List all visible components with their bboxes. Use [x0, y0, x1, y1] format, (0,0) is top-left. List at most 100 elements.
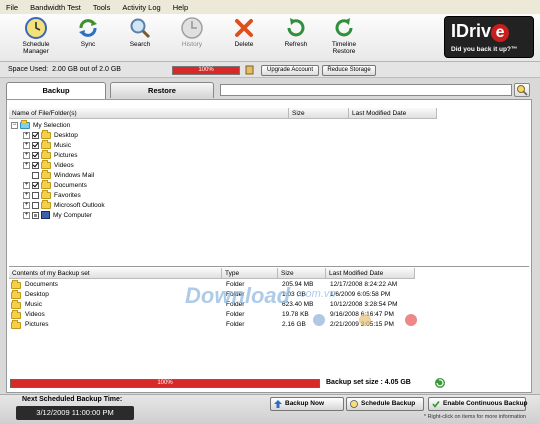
tree-root[interactable]: − My Selection	[11, 119, 311, 130]
refresh-small-icon[interactable]	[434, 377, 446, 389]
col-modified[interactable]: Last Modified Date	[349, 108, 437, 119]
expand-toggle[interactable]: +	[23, 191, 30, 199]
folder-icon	[41, 129, 51, 139]
expand-toggle[interactable]: +	[23, 131, 30, 139]
folder-icon	[11, 290, 21, 299]
tree-item[interactable]: Windows Mail	[11, 169, 311, 180]
space-used-value: 2.00 GB out of 2.0 GB	[52, 66, 121, 73]
tree-item[interactable]: + Microsoft Outlook	[11, 199, 311, 210]
tab-restore[interactable]: Restore	[110, 82, 214, 98]
folder-icon	[41, 179, 51, 189]
tree-checkbox[interactable]	[32, 161, 39, 169]
reduce-storage-button[interactable]: Reduce Storage	[322, 65, 376, 76]
tree-item-label: Favorites	[54, 191, 81, 199]
tree-item[interactable]: + Favorites	[11, 189, 311, 200]
tree-item-label: Documents	[54, 181, 87, 189]
history-icon	[181, 17, 203, 39]
backup-now-label: Backup Now	[285, 400, 325, 407]
watermark-text: Download	[185, 283, 291, 308]
col-name[interactable]: Name of File/Folder(s)	[9, 108, 289, 119]
splitter[interactable]	[9, 266, 529, 267]
schedule-manager-button[interactable]: Schedule Manager	[12, 16, 60, 60]
backup-panel: Name of File/Folder(s) Size Last Modifie…	[6, 99, 532, 393]
toolbar: Schedule Manager Sync Search History Del…	[0, 14, 540, 62]
menu-activity-log[interactable]: Activity Log	[122, 3, 160, 12]
col-contents[interactable]: Contents of my Backup set	[9, 268, 222, 279]
delete-button[interactable]: Delete	[220, 16, 268, 60]
tree-items: + Desktop + Music + Pictures + Videos Windows Ma…	[11, 129, 311, 220]
history-button[interactable]: History	[168, 16, 216, 60]
menu-bandwidth-test[interactable]: Bandwidth Test	[30, 3, 81, 12]
magnifier-icon	[517, 85, 528, 96]
col-type[interactable]: Type	[222, 268, 278, 279]
search-label: Search	[129, 41, 151, 48]
backup-now-button[interactable]: Backup Now	[270, 397, 344, 411]
tree-checkbox[interactable]	[32, 151, 39, 159]
tab-backup[interactable]: Backup	[6, 82, 106, 100]
search-go-button[interactable]	[514, 83, 530, 97]
schedule-backup-button[interactable]: Schedule Backup	[346, 397, 424, 411]
backupset-row[interactable]: Videos Folder 19.78 KB 9/16/2008 6:16:47 PM	[11, 310, 531, 320]
cell-name: Videos	[25, 311, 45, 318]
expand-toggle[interactable]: +	[23, 151, 30, 159]
menu-help[interactable]: Help	[173, 3, 188, 12]
tree-item[interactable]: + My Computer	[11, 210, 311, 220]
expand-toggle[interactable]: +	[23, 201, 30, 209]
tree-checkbox[interactable]	[32, 181, 39, 189]
selection-tree: − My Selection + Desktop + Music + Pictures + V…	[11, 119, 311, 220]
sync-button[interactable]: Sync	[64, 16, 112, 60]
folder-icon	[41, 139, 51, 149]
upgrade-account-button[interactable]: Upgrade Account	[261, 65, 319, 76]
timeline-restore-button[interactable]: Timeline Restore	[320, 16, 368, 60]
watermark-dot-yellow	[359, 314, 371, 326]
cell-size: 2.16 GB	[282, 321, 306, 328]
folder-icon	[41, 169, 51, 179]
tree-item[interactable]: + Documents	[11, 179, 311, 190]
tree-checkbox[interactable]	[32, 171, 39, 179]
col-size[interactable]: Size	[278, 268, 326, 279]
expand-toggle	[23, 172, 30, 179]
collapse-toggle[interactable]: −	[11, 121, 18, 129]
refresh-icon	[287, 18, 305, 37]
search-input[interactable]	[220, 84, 512, 96]
cell-name: Documents	[25, 281, 58, 288]
tree-checkbox[interactable]	[32, 201, 39, 209]
history-label: History	[181, 41, 203, 48]
cell-size: 19.78 KB	[282, 311, 309, 318]
enable-continuous-backup-button[interactable]: Enable Continuous Backup	[428, 397, 528, 411]
search-button[interactable]: Search	[116, 16, 164, 60]
cell-type: Folder	[226, 321, 245, 328]
upload-icon	[274, 400, 282, 408]
menu-file[interactable]: File	[6, 3, 18, 12]
tree-checkbox[interactable]	[32, 191, 39, 199]
brand-name: IDriv	[451, 21, 492, 41]
expand-toggle[interactable]: +	[23, 161, 30, 169]
backup-set-size: Backup set size : 4.05 GB	[326, 379, 411, 386]
tree-root-label: My Selection	[33, 121, 71, 129]
cell-name: Music	[25, 301, 42, 308]
expand-toggle[interactable]: +	[23, 181, 30, 189]
tree-checkbox[interactable]	[32, 131, 39, 139]
tree-item[interactable]: + Desktop	[11, 129, 311, 140]
menu-tools[interactable]: Tools	[93, 3, 111, 12]
sync-label: Sync	[80, 41, 96, 48]
cell-name: Desktop	[25, 291, 49, 298]
computer-icon	[41, 211, 50, 219]
col-modified[interactable]: Last Modified Date	[326, 268, 415, 279]
cell-modified: 12/17/2008 8:24:22 AM	[330, 281, 398, 288]
tree-item-label: Pictures	[54, 151, 78, 159]
check-icon	[432, 401, 440, 408]
folder-icon	[41, 159, 51, 169]
storage-icon	[245, 65, 254, 75]
backupset-row[interactable]: Pictures Folder 2.16 GB 2/21/2009 3:05:15 P…	[11, 320, 531, 330]
expand-toggle[interactable]: +	[23, 141, 30, 149]
tree-item[interactable]: + Videos	[11, 159, 311, 170]
tree-checkbox[interactable]	[32, 211, 39, 219]
cell-name: Pictures	[25, 321, 49, 328]
tree-item[interactable]: + Music	[11, 139, 311, 150]
expand-toggle[interactable]: +	[23, 211, 30, 219]
refresh-button[interactable]: Refresh	[272, 16, 320, 60]
tree-checkbox[interactable]	[32, 141, 39, 149]
col-size[interactable]: Size	[289, 108, 349, 119]
tree-item[interactable]: + Pictures	[11, 149, 311, 160]
